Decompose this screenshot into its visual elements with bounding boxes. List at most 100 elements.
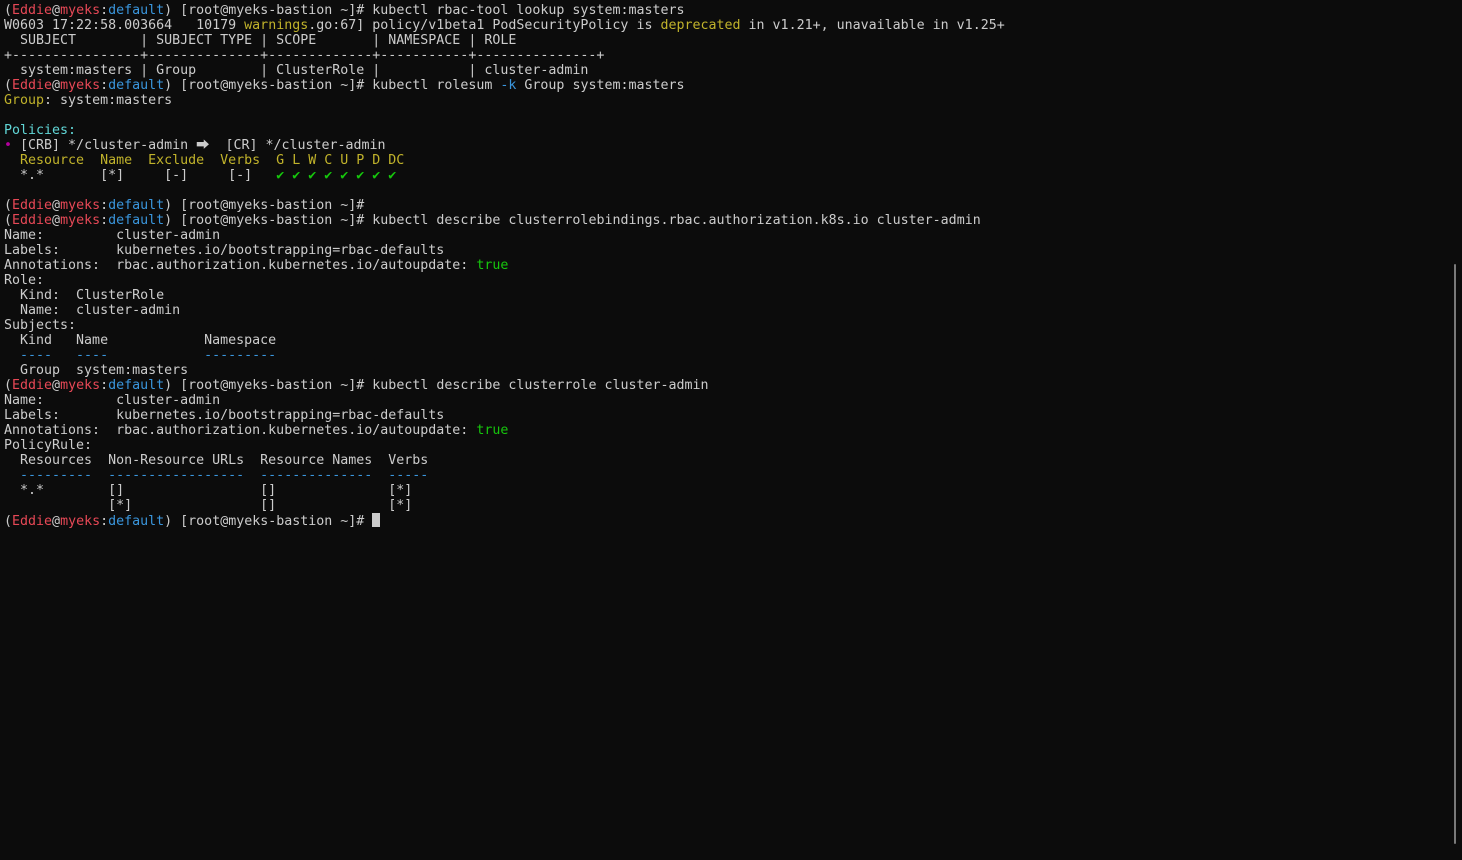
- prompt-namespace: default: [108, 3, 165, 18]
- rolesum-table-row: *.* [*] [-] [-] ✔ ✔ ✔ ✔ ✔ ✔ ✔ ✔: [4, 168, 1444, 183]
- prompt-at: @: [52, 78, 61, 93]
- check-icons: ✔ ✔ ✔ ✔ ✔ ✔ ✔ ✔: [276, 168, 397, 183]
- cr-policyrule-separator: --------- ----------------- ------------…: [4, 468, 429, 483]
- prompt-open: (: [4, 378, 13, 393]
- prompt-open: (: [4, 3, 13, 18]
- cr-policyrule-row: [*] [] [*]: [4, 498, 413, 513]
- prompt-namespace: default: [108, 78, 165, 93]
- prompt-host: myeks: [60, 78, 101, 93]
- crb-subjects-separator: ---- ---- ---------: [4, 348, 277, 363]
- warning-deprecated: deprecated: [660, 18, 741, 33]
- prompt-colon: :: [100, 78, 109, 93]
- text-cursor[interactable]: [372, 513, 381, 527]
- lookup-table-separator: +----------------+--------------+-------…: [4, 48, 605, 63]
- prompt-at: @: [52, 213, 61, 228]
- prompt-at: @: [52, 378, 61, 393]
- crb-annotations: Annotations: rbac.authorization.kubernet…: [4, 258, 1444, 273]
- terminal-window[interactable]: (Eddie@myeks:default) [root@myeks-bastio…: [0, 0, 1462, 860]
- prompt-host: myeks: [60, 514, 101, 528]
- prompt-host: myeks: [60, 378, 101, 393]
- warning-line: W0603 17:22:58.003664 10179 warnings.go:…: [4, 18, 1444, 33]
- cr-policyrule-header: Resources Non-Resource URLs Resource Nam…: [4, 453, 429, 468]
- prompt-rest-hash: ) [root@myeks-bastion ~]: [164, 198, 357, 213]
- prompt-rest: ) [root@myeks-bastion ~]#: [164, 3, 373, 18]
- scrollbar-thumb[interactable]: [1454, 264, 1456, 844]
- cr-annotations-value: true: [476, 423, 509, 438]
- prompt-namespace: default: [108, 378, 165, 393]
- prompt-user: Eddie: [12, 198, 53, 213]
- warning-prefix: W0603 17:22:58.003664 10179: [4, 18, 245, 33]
- cr-labels: Labels: kubernetes.io/bootstrapping=rbac…: [4, 408, 445, 423]
- crb-role: Role:: [4, 273, 45, 288]
- crb-role-name: Name: cluster-admin: [4, 303, 181, 318]
- prompt-rest: ) [root@myeks-bastion ~]#: [164, 213, 373, 228]
- prompt-rest: ) [root@myeks-bastion ~]#: [164, 514, 373, 528]
- command-text: kubectl rolesum: [372, 78, 501, 93]
- prompt-colon: :: [100, 378, 109, 393]
- prompt-user: Eddie: [12, 514, 53, 528]
- cr-annotations: Annotations: rbac.authorization.kubernet…: [4, 423, 1444, 438]
- prompt-open: (: [4, 198, 13, 213]
- prompt-colon: :: [100, 213, 109, 228]
- rolesum-group-label: Group: [4, 93, 45, 108]
- prompt-user: Eddie: [12, 213, 53, 228]
- prompt-open: (: [4, 213, 13, 228]
- prompt-line: (Eddie@myeks:default) [root@myeks-bastio…: [4, 378, 1444, 393]
- prompt-rest: ) [root@myeks-bastion ~]#: [164, 78, 373, 93]
- command-text: kubectl describe clusterrolebindings.rba…: [372, 213, 981, 228]
- command-text: kubectl describe clusterrole cluster-adm…: [372, 378, 709, 393]
- command-args: Group system:masters: [516, 78, 685, 93]
- crb-annotations-key: Annotations: rbac.authorization.kubernet…: [4, 258, 477, 273]
- cr-policyrule-row: *.* [] [] [*]: [4, 483, 413, 498]
- bullet-icon: •: [4, 138, 13, 153]
- prompt-at: @: [52, 514, 61, 528]
- crb-role-kind: Kind: ClusterRole: [4, 288, 165, 303]
- prompt-namespace: default: [108, 198, 165, 213]
- lookup-table-header: SUBJECT | SUBJECT TYPE | SCOPE | NAMESPA…: [4, 33, 517, 48]
- cr-name: Name: cluster-admin: [4, 393, 221, 408]
- prompt-host: myeks: [60, 213, 101, 228]
- scrollbar[interactable]: [1448, 0, 1462, 860]
- warning-suffix: in v1.21+, unavailable in v1.25+: [740, 18, 1005, 33]
- prompt-hash: #: [356, 198, 365, 213]
- command-flag: -k: [500, 78, 517, 93]
- prompt-namespace: default: [108, 514, 165, 528]
- prompt-host: myeks: [60, 198, 101, 213]
- rolesum-policies-label: Policies:: [4, 123, 77, 138]
- prompt-user: Eddie: [12, 3, 53, 18]
- prompt-at: @: [52, 3, 61, 18]
- cr-policyrule: PolicyRule:: [4, 438, 93, 453]
- crb-labels: Labels: kubernetes.io/bootstrapping=rbac…: [4, 243, 445, 258]
- prompt-line: (Eddie@myeks:default) [root@myeks-bastio…: [4, 213, 1444, 228]
- prompt-at: @: [52, 198, 61, 213]
- warning-word: warnings: [244, 18, 309, 33]
- terminal-output: (Eddie@myeks:default) [root@myeks-bastio…: [4, 3, 1444, 528]
- prompt-namespace: default: [108, 213, 165, 228]
- rolesum-table-header: Resource Name Exclude Verbs G L W C U P …: [4, 153, 405, 168]
- command-text: kubectl rbac-tool lookup system:masters: [372, 3, 685, 18]
- prompt-line: (Eddie@myeks:default) [root@myeks-bastio…: [4, 78, 1444, 93]
- rolesum-row-resource: *.* [*] [-] [-]: [4, 168, 277, 183]
- prompt-user: Eddie: [12, 378, 53, 393]
- rolesum-binding: [CRB] */cluster-admin ⮕ [CR] */cluster-a…: [12, 138, 386, 153]
- prompt-rest: ) [root@myeks-bastion ~]#: [164, 378, 373, 393]
- rolesum-group-value: : system:masters: [44, 93, 173, 108]
- crb-subjects-row: Group system:masters: [4, 363, 189, 378]
- prompt-host: myeks: [60, 3, 101, 18]
- warning-middle: .go:67] policy/v1beta1 PodSecurityPolicy…: [308, 18, 661, 33]
- prompt-colon: :: [100, 3, 109, 18]
- cr-annotations-key: Annotations: rbac.authorization.kubernet…: [4, 423, 477, 438]
- rolesum-binding-line: • [CRB] */cluster-admin ⮕ [CR] */cluster…: [4, 138, 1444, 153]
- active-prompt-line[interactable]: (Eddie@myeks:default) [root@myeks-bastio…: [4, 513, 1444, 528]
- prompt-line: (Eddie@myeks:default) [root@myeks-bastio…: [4, 198, 1444, 213]
- prompt-colon: :: [100, 514, 109, 528]
- prompt-user: Eddie: [12, 78, 53, 93]
- prompt-open: (: [4, 78, 13, 93]
- crb-annotations-value: true: [476, 258, 509, 273]
- prompt-colon: :: [100, 198, 109, 213]
- prompt-line: (Eddie@myeks:default) [root@myeks-bastio…: [4, 3, 1444, 18]
- crb-subjects: Subjects:: [4, 318, 77, 333]
- crb-name: Name: cluster-admin: [4, 228, 221, 243]
